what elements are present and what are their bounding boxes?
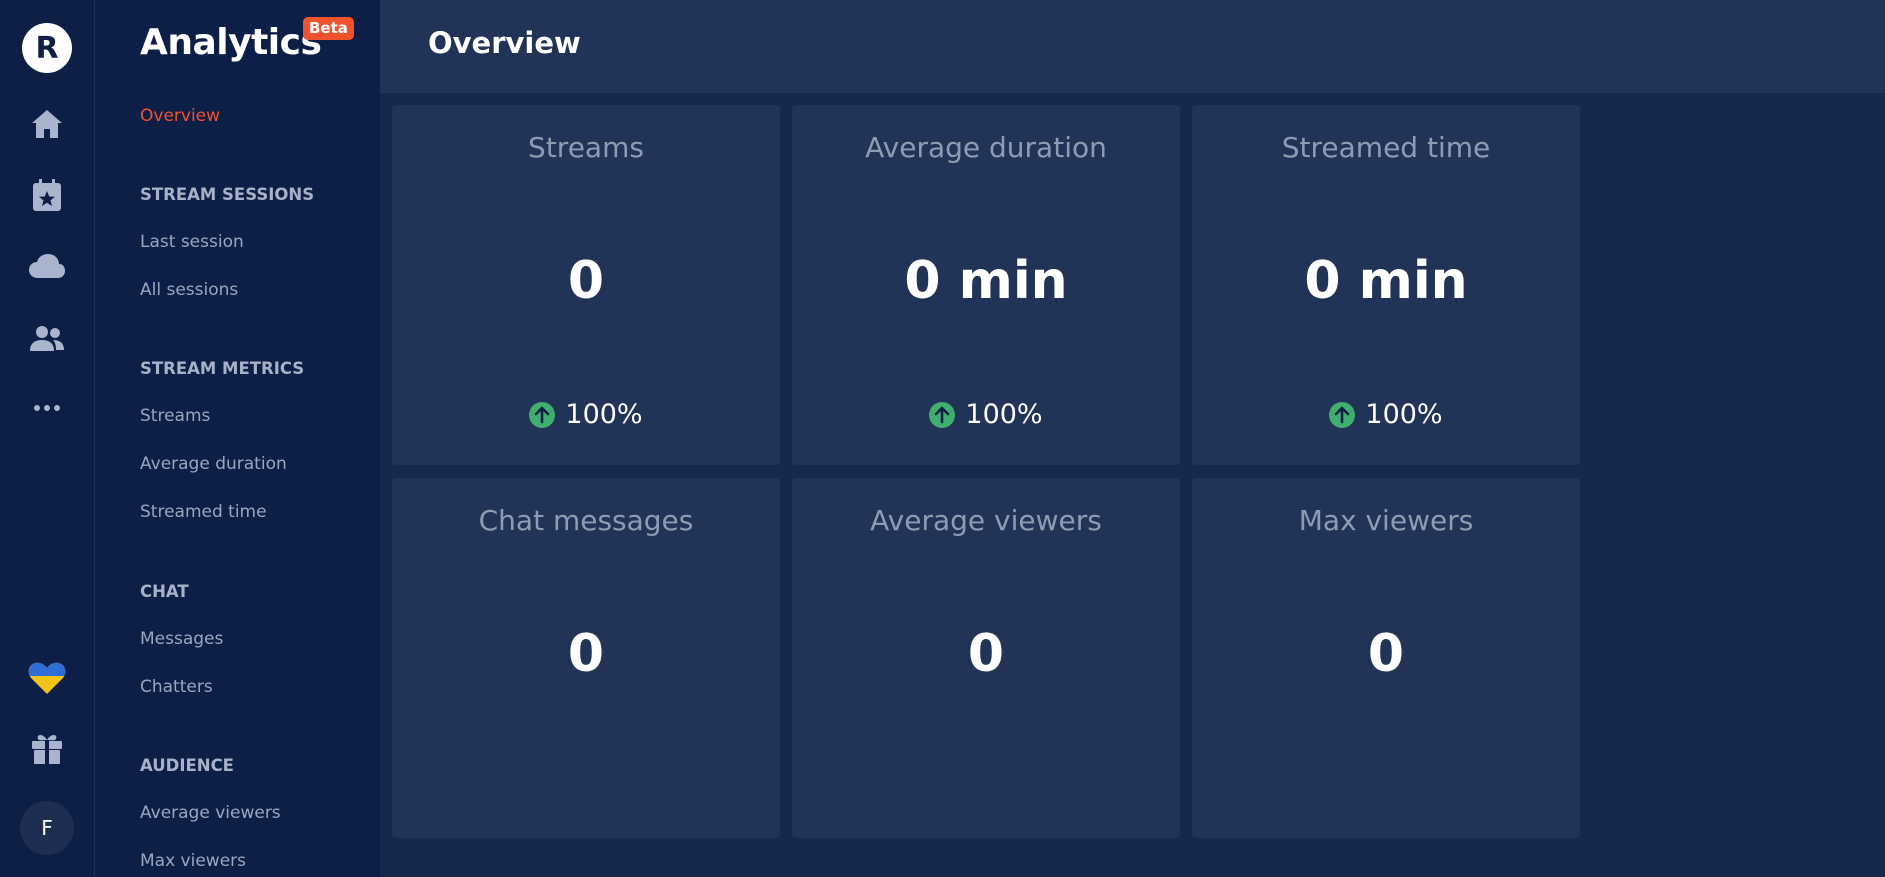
user-avatar[interactable]: F [20, 801, 74, 855]
calendar-star-icon[interactable] [26, 174, 68, 216]
arrow-up-icon [929, 401, 956, 428]
arrow-up-icon [1329, 401, 1356, 428]
logo-letter: R [35, 30, 59, 66]
card-value: 0 [1367, 624, 1405, 684]
home-icon[interactable] [26, 103, 68, 145]
arrow-up-icon [529, 401, 556, 428]
sidebar-item-streamed-time[interactable]: Streamed time [140, 502, 267, 522]
card-value: 0 [967, 624, 1005, 684]
sidebar-item-last-session[interactable]: Last session [140, 232, 244, 252]
more-icon[interactable] [26, 387, 68, 429]
card-value: 0 min [1304, 251, 1468, 311]
avatar-letter: F [41, 816, 53, 840]
sidebar-item-overview[interactable]: Overview [140, 106, 220, 126]
card-title: Average viewers [870, 504, 1102, 537]
sidebar-heading-stream-sessions: STREAM SESSIONS [140, 185, 315, 204]
card-max-viewers[interactable]: Max viewers 0 [1192, 478, 1580, 838]
card-chat-messages[interactable]: Chat messages 0 [392, 478, 780, 838]
sidebar-item-chatters[interactable]: Chatters [140, 677, 213, 697]
sidebar-item-streams[interactable]: Streams [140, 406, 210, 426]
card-value: 0 min [904, 251, 1068, 311]
card-streams[interactable]: Streams 0 100% [392, 105, 780, 465]
card-title: Streams [528, 131, 644, 164]
card-title: Average duration [865, 131, 1107, 164]
card-value: 0 [567, 251, 605, 311]
sidebar-item-max-viewers[interactable]: Max viewers [140, 851, 246, 871]
analytics-sidebar: Analytics Beta Overview STREAM SESSIONS … [95, 0, 380, 877]
card-change: 100% [792, 399, 1180, 430]
card-streamed-time[interactable]: Streamed time 0 min 100% [1192, 105, 1580, 465]
card-title: Max viewers [1298, 504, 1474, 537]
sidebar-heading-chat: CHAT [140, 582, 189, 601]
page-header: Overview [380, 0, 1885, 93]
sidebar-item-average-duration[interactable]: Average duration [140, 454, 287, 474]
change-percent: 100% [1365, 399, 1443, 430]
card-average-viewers[interactable]: Average viewers 0 [792, 478, 1180, 838]
change-percent: 100% [965, 399, 1043, 430]
sidebar-heading-audience: AUDIENCE [140, 756, 234, 775]
card-average-duration[interactable]: Average duration 0 min 100% [792, 105, 1180, 465]
sidebar-item-average-viewers[interactable]: Average viewers [140, 803, 281, 823]
beta-badge: Beta [303, 17, 354, 40]
card-title: Streamed time [1281, 131, 1491, 164]
gift-icon[interactable] [26, 727, 68, 769]
sidebar-heading-stream-metrics: STREAM METRICS [140, 359, 305, 378]
app-logo[interactable]: R [22, 23, 72, 73]
card-value: 0 [567, 624, 605, 684]
card-title: Chat messages [478, 504, 694, 537]
icon-rail: R F [0, 0, 95, 877]
app-title: Analytics [140, 22, 322, 63]
page-title: Overview [428, 26, 581, 60]
heart-icon[interactable] [26, 657, 68, 699]
cloud-icon[interactable] [26, 245, 68, 287]
card-change: 100% [1192, 399, 1580, 430]
sidebar-item-all-sessions[interactable]: All sessions [140, 280, 238, 300]
change-percent: 100% [565, 399, 643, 430]
sidebar-item-messages[interactable]: Messages [140, 629, 223, 649]
users-icon[interactable] [26, 317, 68, 359]
card-change: 100% [392, 399, 780, 430]
